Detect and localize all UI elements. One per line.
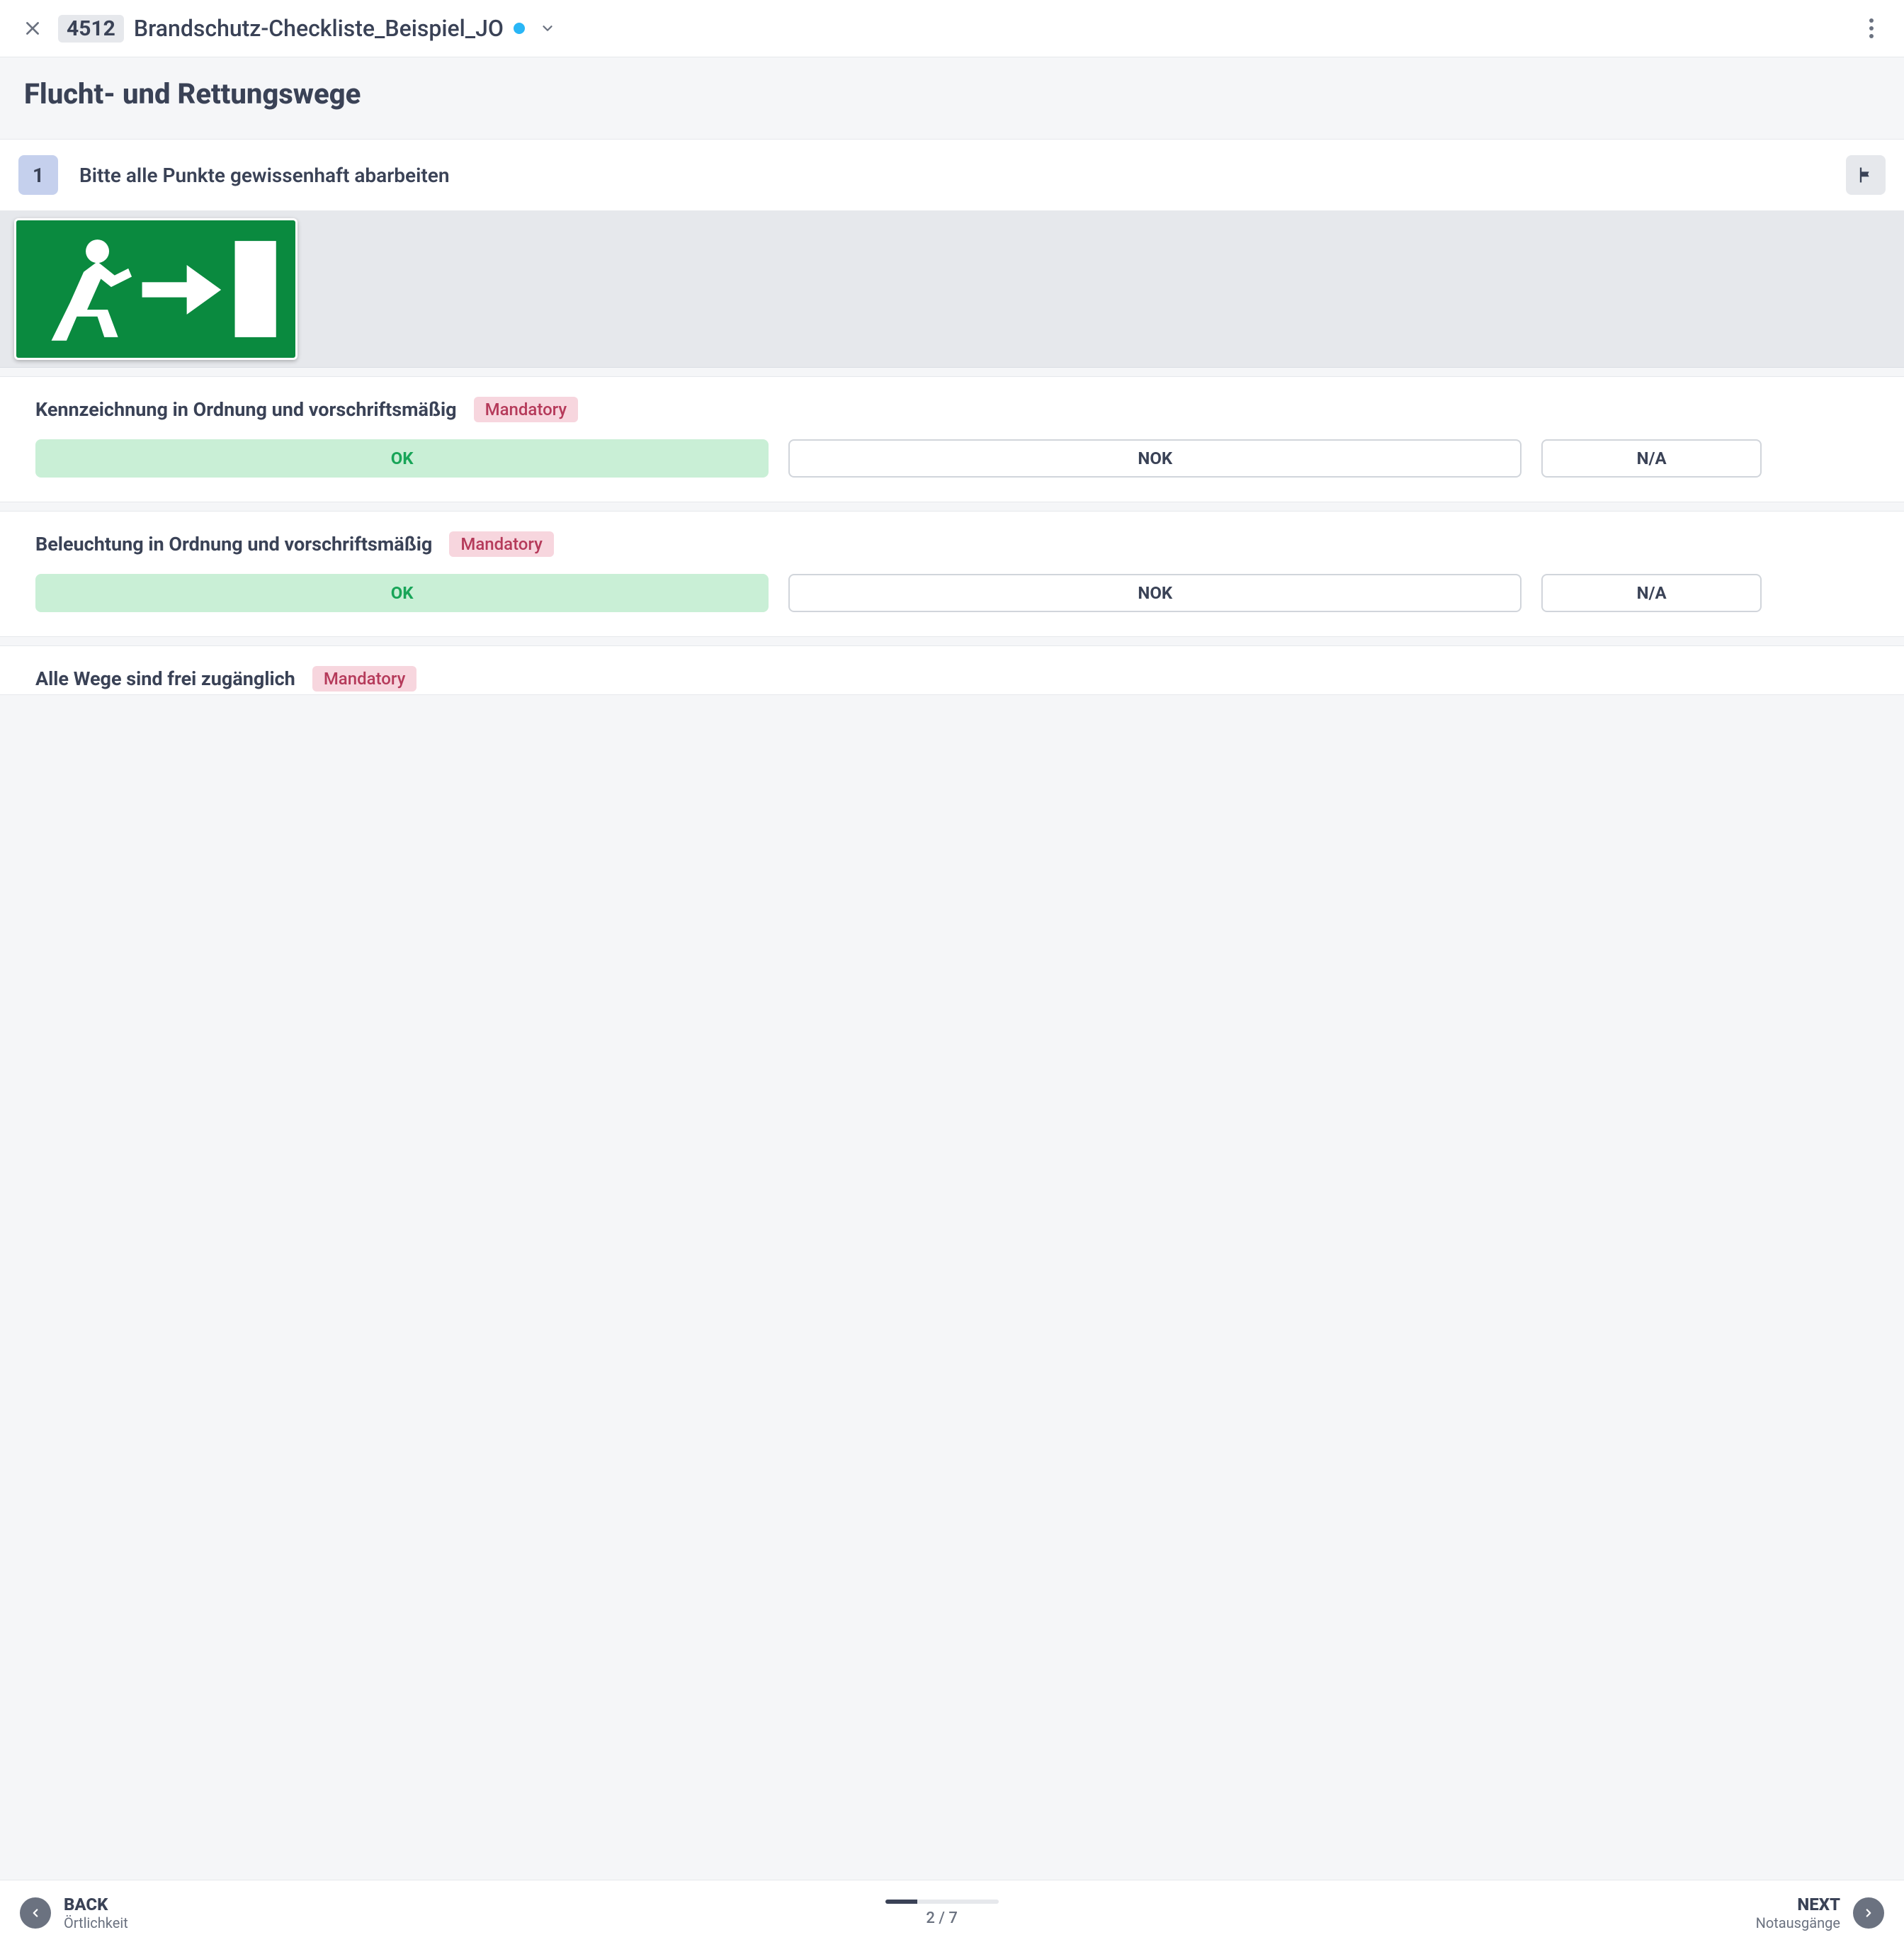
section-title-wrap: Flucht- und Rettungswege xyxy=(0,57,1904,139)
next-circle-button[interactable] xyxy=(1853,1897,1884,1929)
instruction-text: Bitte alle Punkte gewissenhaft abarbeite… xyxy=(79,164,1825,187)
option-ok[interactable]: OK xyxy=(35,439,769,478)
more-vertical-icon xyxy=(1869,18,1874,39)
question-text: Kennzeichnung in Ordnung und vorschrifts… xyxy=(35,398,457,421)
page-indicator: 2 / 7 xyxy=(926,1909,958,1927)
document-title: Brandschutz-Checkliste_Beispiel_JO xyxy=(134,15,504,42)
progress-center: 2 / 7 xyxy=(128,1900,1756,1927)
mandatory-badge: Mandatory xyxy=(312,666,417,692)
status-dot-icon xyxy=(514,23,525,34)
next-nav[interactable]: NEXT Notausgänge xyxy=(1756,1895,1884,1931)
progress-bar xyxy=(885,1900,999,1904)
mandatory-badge: Mandatory xyxy=(449,531,554,557)
option-na[interactable]: N/A xyxy=(1541,574,1762,612)
emergency-exit-icon xyxy=(16,220,295,358)
chevron-left-icon xyxy=(29,1907,42,1919)
flag-icon xyxy=(1856,165,1876,185)
question-text: Alle Wege sind frei zugänglich xyxy=(35,667,295,690)
more-menu-button[interactable] xyxy=(1856,13,1887,44)
image-attachment-strip xyxy=(0,211,1904,368)
back-sublabel: Örtlichkeit xyxy=(64,1914,128,1931)
header-bar: 4512 Brandschutz-Checkliste_Beispiel_JO xyxy=(0,0,1904,57)
question-card: Kennzeichnung in Ordnung und vorschrifts… xyxy=(0,376,1904,502)
chevron-right-icon xyxy=(1862,1907,1875,1919)
option-nok[interactable]: NOK xyxy=(788,574,1522,612)
close-icon xyxy=(23,19,42,38)
close-button[interactable] xyxy=(17,13,48,44)
chevron-down-icon xyxy=(540,21,555,36)
next-sublabel: Notausgänge xyxy=(1756,1914,1840,1931)
back-label: BACK xyxy=(64,1895,128,1914)
question-text: Beleuchtung in Ordnung und vorschriftsmä… xyxy=(35,533,432,555)
flag-button[interactable] xyxy=(1846,155,1886,195)
back-circle-button[interactable] xyxy=(20,1897,51,1929)
exit-sign-image[interactable] xyxy=(14,218,298,360)
document-id-badge: 4512 xyxy=(58,15,124,43)
content-scroll[interactable]: Flucht- und Rettungswege 1 Bitte alle Pu… xyxy=(0,57,1904,1880)
option-nok[interactable]: NOK xyxy=(788,439,1522,478)
option-ok[interactable]: OK xyxy=(35,574,769,612)
section-title: Flucht- und Rettungswege xyxy=(24,77,1880,111)
progress-fill xyxy=(885,1900,918,1904)
question-card: Beleuchtung in Ordnung und vorschriftsmä… xyxy=(0,511,1904,637)
footer-nav: BACK Örtlichkeit 2 / 7 NEXT Notausgänge xyxy=(0,1880,1904,1947)
instruction-number-badge: 1 xyxy=(18,155,58,195)
question-card: Alle Wege sind frei zugänglich Mandatory xyxy=(0,645,1904,695)
mandatory-badge: Mandatory xyxy=(474,397,579,422)
option-na[interactable]: N/A xyxy=(1541,439,1762,478)
back-nav[interactable]: BACK Örtlichkeit xyxy=(20,1895,128,1931)
title-dropdown-button[interactable] xyxy=(535,16,560,41)
instruction-row: 1 Bitte alle Punkte gewissenhaft abarbei… xyxy=(0,139,1904,211)
next-label: NEXT xyxy=(1756,1895,1840,1914)
